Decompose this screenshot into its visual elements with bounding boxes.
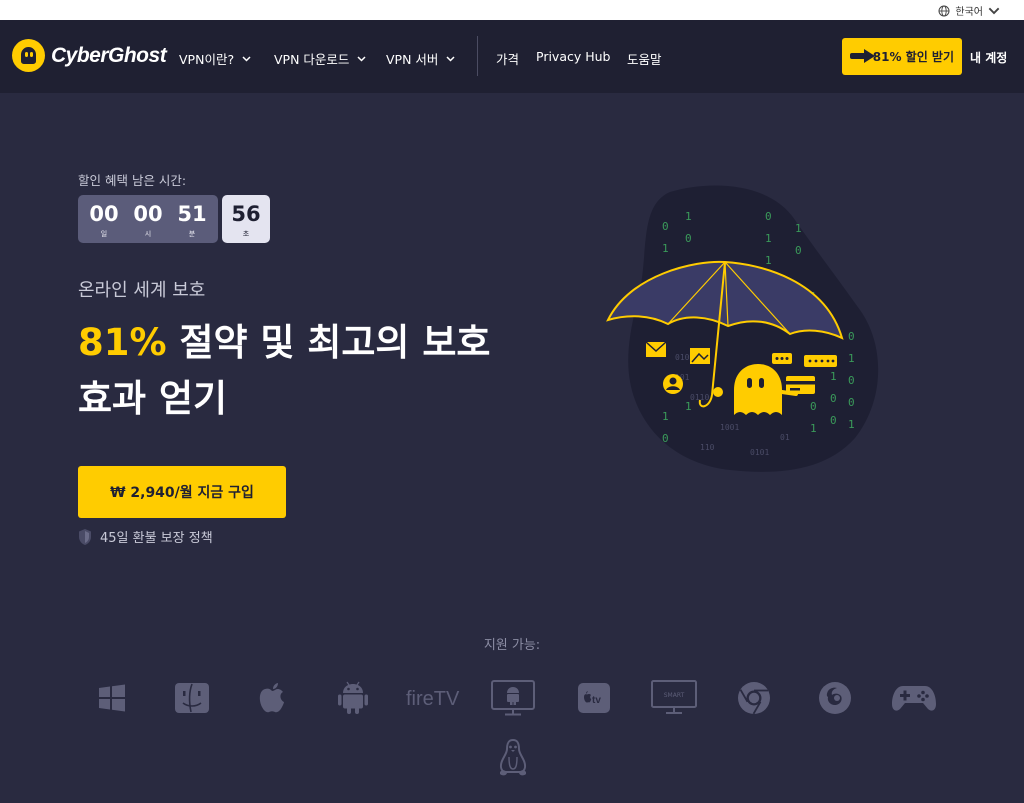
timer-days-unit: 일 (100, 230, 108, 238)
logo-text: CyberGhost (51, 43, 167, 67)
headline-highlight: 81% (78, 321, 167, 364)
svg-text:0: 0 (662, 432, 669, 445)
headline-line1: 절약 및 최고의 보호 (166, 321, 491, 364)
svg-text:0: 0 (848, 330, 855, 343)
svg-text:1001: 1001 (720, 423, 739, 432)
timer-days-value: 00 (89, 202, 119, 226)
chevron-down-icon (242, 55, 251, 62)
svg-text:0: 0 (848, 374, 855, 387)
nav-item-label: 도움말 (627, 52, 662, 67)
ghost-umbrella-illustration: 0110 101 011 10 1001 100 01001 010101011… (606, 185, 879, 472)
svg-text:1: 1 (765, 232, 772, 245)
top-utility-bar: 한국어 (0, 0, 1024, 20)
fire-tv-icon[interactable]: fireTV (406, 684, 460, 712)
windows-icon[interactable] (96, 680, 128, 716)
svg-text:1: 1 (830, 370, 837, 383)
svg-text:1: 1 (685, 210, 692, 223)
timer-minutes-unit: 분 (188, 230, 196, 238)
svg-text:fireTV: fireTV (406, 688, 460, 710)
refund-policy: 45일 환불 보장 정책 (78, 527, 213, 546)
headline-line2: 효과 얻기 (78, 377, 228, 420)
chrome-icon[interactable] (735, 679, 773, 717)
countdown-timer: 00 일 00 시 51 분 (78, 195, 218, 243)
timer-minutes: 51 분 (172, 195, 212, 243)
timer-seconds-value: 56 (231, 202, 261, 226)
svg-text:0: 0 (848, 396, 855, 409)
svg-text:1: 1 (810, 422, 817, 435)
svg-text:SMART: SMART (664, 692, 685, 699)
chevron-down-icon (988, 7, 1000, 14)
ghost-logo-icon (12, 39, 45, 72)
svg-text:0: 0 (662, 220, 669, 233)
nav-item-label: VPN이란? (179, 52, 235, 67)
svg-text:0: 0 (685, 232, 692, 245)
buy-now-button[interactable]: ₩ 2,940/월 지금 구입 (78, 466, 286, 518)
language-label: 한국어 (955, 7, 983, 18)
apple-tv-icon[interactable]: tv (576, 680, 612, 716)
nav-item-pricing[interactable]: 가격 (496, 49, 519, 68)
svg-text:1: 1 (662, 242, 669, 255)
hero-headline: 81% 절약 및 최고의 보호 효과 얻기 (78, 315, 528, 427)
nav-item-vpn-download[interactable]: VPN 다운로드 (274, 49, 366, 68)
svg-text:1: 1 (848, 418, 855, 431)
get-discount-button[interactable]: 81% 할인 받기 (842, 38, 962, 75)
svg-text:1: 1 (795, 222, 802, 235)
timer-hours-unit: 시 (144, 230, 152, 238)
arrow-right-icon (850, 49, 875, 63)
macos-finder-icon[interactable] (173, 680, 211, 716)
supported-platforms-label: 지원 가능: (483, 638, 541, 653)
nav-item-privacy-hub[interactable]: Privacy Hub (536, 49, 611, 64)
main-navigation: CyberGhost VPN이란? VPN 다운로드 VPN 서버 가격 Pri… (0, 20, 1024, 93)
get-discount-label: 81% 할인 받기 (872, 50, 954, 64)
android-tv-icon[interactable] (491, 679, 535, 717)
nav-item-label: VPN 다운로드 (274, 52, 350, 67)
smart-tv-icon[interactable]: SMART (650, 679, 698, 717)
nav-item-label: 가격 (496, 52, 520, 67)
chevron-down-icon (357, 55, 366, 62)
svg-text:0: 0 (830, 414, 837, 427)
language-selector[interactable]: 한국어 (938, 3, 1000, 18)
nav-item-vpn-servers[interactable]: VPN 서버 (386, 49, 455, 68)
firefox-icon[interactable] (816, 679, 854, 717)
timer-hours: 00 시 (128, 195, 168, 243)
nav-item-label: VPN 서버 (386, 52, 439, 67)
nav-divider (477, 36, 478, 76)
nav-item-help[interactable]: 도움말 (627, 49, 662, 68)
refund-policy-label: 45일 환불 보장 정책 (100, 531, 213, 546)
svg-text:1: 1 (848, 352, 855, 365)
svg-text:1: 1 (765, 254, 772, 267)
hero-subheading: 온라인 세계 보호 (78, 280, 206, 301)
globe-icon (938, 5, 950, 16)
shield-icon (79, 528, 91, 545)
nav-item-label: Privacy Hub (536, 49, 611, 64)
timer-seconds: 56 초 (222, 195, 270, 243)
timer-days: 00 일 (84, 195, 124, 243)
svg-text:0: 0 (795, 244, 802, 257)
linux-icon[interactable] (495, 738, 531, 778)
nav-item-what-is-vpn[interactable]: VPN이란? (179, 49, 251, 68)
timer-minutes-value: 51 (177, 202, 207, 226)
android-icon[interactable] (336, 679, 370, 717)
gamepad-icon[interactable] (890, 681, 938, 715)
apple-icon[interactable] (255, 680, 289, 716)
my-account-link[interactable]: 내 계정 (970, 49, 1007, 66)
timer-seconds-unit: 초 (242, 230, 250, 238)
svg-text:0: 0 (830, 392, 837, 405)
svg-text:tv: tv (592, 695, 601, 706)
cyberghost-logo[interactable]: CyberGhost (12, 39, 167, 72)
timer-label: 할인 혜택 남은 시간: (78, 173, 187, 188)
chevron-down-icon (446, 55, 455, 62)
svg-text:010: 010 (675, 353, 690, 362)
svg-text:01: 01 (780, 433, 790, 442)
svg-text:110: 110 (700, 443, 715, 452)
svg-text:0101: 0101 (750, 448, 769, 457)
timer-hours-value: 00 (133, 202, 163, 226)
svg-text:0: 0 (765, 210, 772, 223)
svg-text:1: 1 (662, 410, 669, 423)
svg-text:0: 0 (810, 400, 817, 413)
